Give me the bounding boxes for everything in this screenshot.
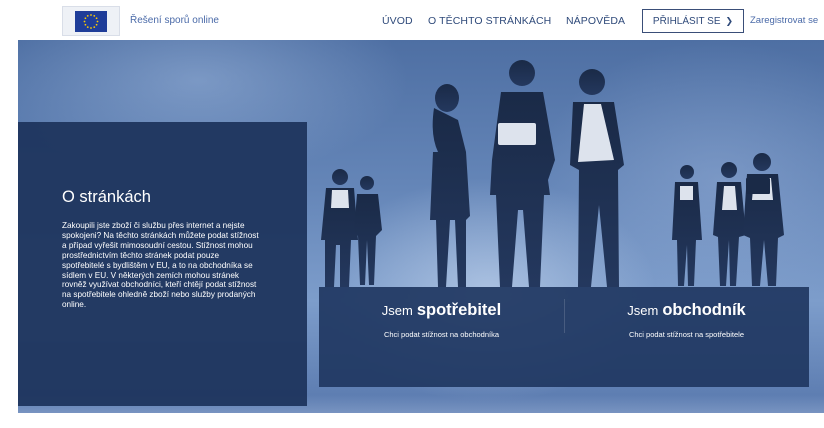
login-button[interactable]: PŘIHLÁSIT SE ❯ xyxy=(642,9,744,33)
eu-flag-icon xyxy=(75,11,107,32)
role-choice-panel: Jsem spotřebitel Chci podat stížnost na o… xyxy=(319,287,809,387)
site-name[interactable]: Řešení sporů online xyxy=(130,15,219,26)
hero-banner: O stránkách Zakoupili jste zboží či služ… xyxy=(18,40,824,413)
about-panel: O stránkách Zakoupili jste zboží či služ… xyxy=(18,122,307,406)
merchant-subtitle: Chci podat stížnost na spotřebitele xyxy=(628,330,745,339)
site-header: Řešení sporů online ÚVOD O TĚCHTO STRÁNK… xyxy=(0,0,824,40)
login-label: PŘIHLÁSIT SE xyxy=(652,16,721,27)
merchant-title: Jsem obchodník xyxy=(564,301,809,320)
consumer-option[interactable]: Jsem spotřebitel Chci podat stížnost na o… xyxy=(319,287,564,387)
about-title: O stránkách xyxy=(62,188,151,206)
about-text: Zakoupili jste zboží či službu přes inte… xyxy=(62,221,259,310)
nav-about[interactable]: O TĚCHTO STRÁNKÁCH xyxy=(428,15,551,27)
nav-home[interactable]: ÚVOD xyxy=(382,15,413,27)
nav-help[interactable]: NÁPOVĚDA xyxy=(566,15,625,27)
consumer-title: Jsem spotřebitel xyxy=(319,301,564,320)
consumer-prefix: Jsem xyxy=(381,303,413,318)
consumer-subtitle: Chci podat stížnost na obchodníka xyxy=(383,330,500,339)
chevron-right-icon: ❯ xyxy=(725,16,734,26)
merchant-option[interactable]: Jsem obchodník Chci podat stížnost na spo… xyxy=(564,287,809,387)
register-link[interactable]: Zaregistrovat se xyxy=(750,15,818,26)
eu-logo[interactable] xyxy=(62,6,120,36)
merchant-role: obchodník xyxy=(662,301,746,319)
consumer-role: spotřebitel xyxy=(416,301,502,319)
merchant-prefix: Jsem xyxy=(627,303,659,318)
